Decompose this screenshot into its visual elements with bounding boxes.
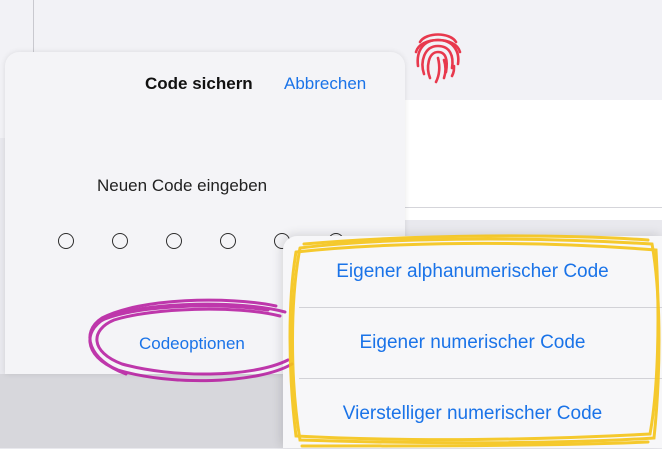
code-options-button[interactable]: Codeoptionen bbox=[139, 334, 245, 354]
option-numeric-code[interactable]: Eigener numerischer Code bbox=[283, 308, 662, 378]
cancel-button[interactable]: Abbrechen bbox=[284, 74, 366, 94]
fingerprint-icon bbox=[414, 33, 462, 84]
background-divider-line bbox=[400, 207, 662, 208]
code-prompt: Neuen Code eingeben bbox=[97, 176, 268, 195]
code-options-popover: Eigener alphanumerischer Code Eigener nu… bbox=[283, 236, 662, 448]
option-label: Eigener numerischer Code bbox=[359, 332, 586, 353]
sheet-title: Code sichern bbox=[145, 74, 253, 93]
option-label: Eigener alphanumerischer Code bbox=[336, 261, 609, 282]
passcode-dot bbox=[166, 233, 182, 249]
background-panel bbox=[400, 100, 662, 220]
passcode-dot bbox=[112, 233, 128, 249]
option-label: Vierstelliger numerischer Code bbox=[342, 403, 603, 424]
background-divider bbox=[33, 0, 34, 52]
option-four-digit-code[interactable]: Vierstelliger numerischer Code bbox=[283, 379, 662, 449]
passcode-dot bbox=[220, 233, 236, 249]
option-alphanumeric-code[interactable]: Eigener alphanumerischer Code bbox=[283, 237, 662, 307]
passcode-dot bbox=[58, 233, 74, 249]
